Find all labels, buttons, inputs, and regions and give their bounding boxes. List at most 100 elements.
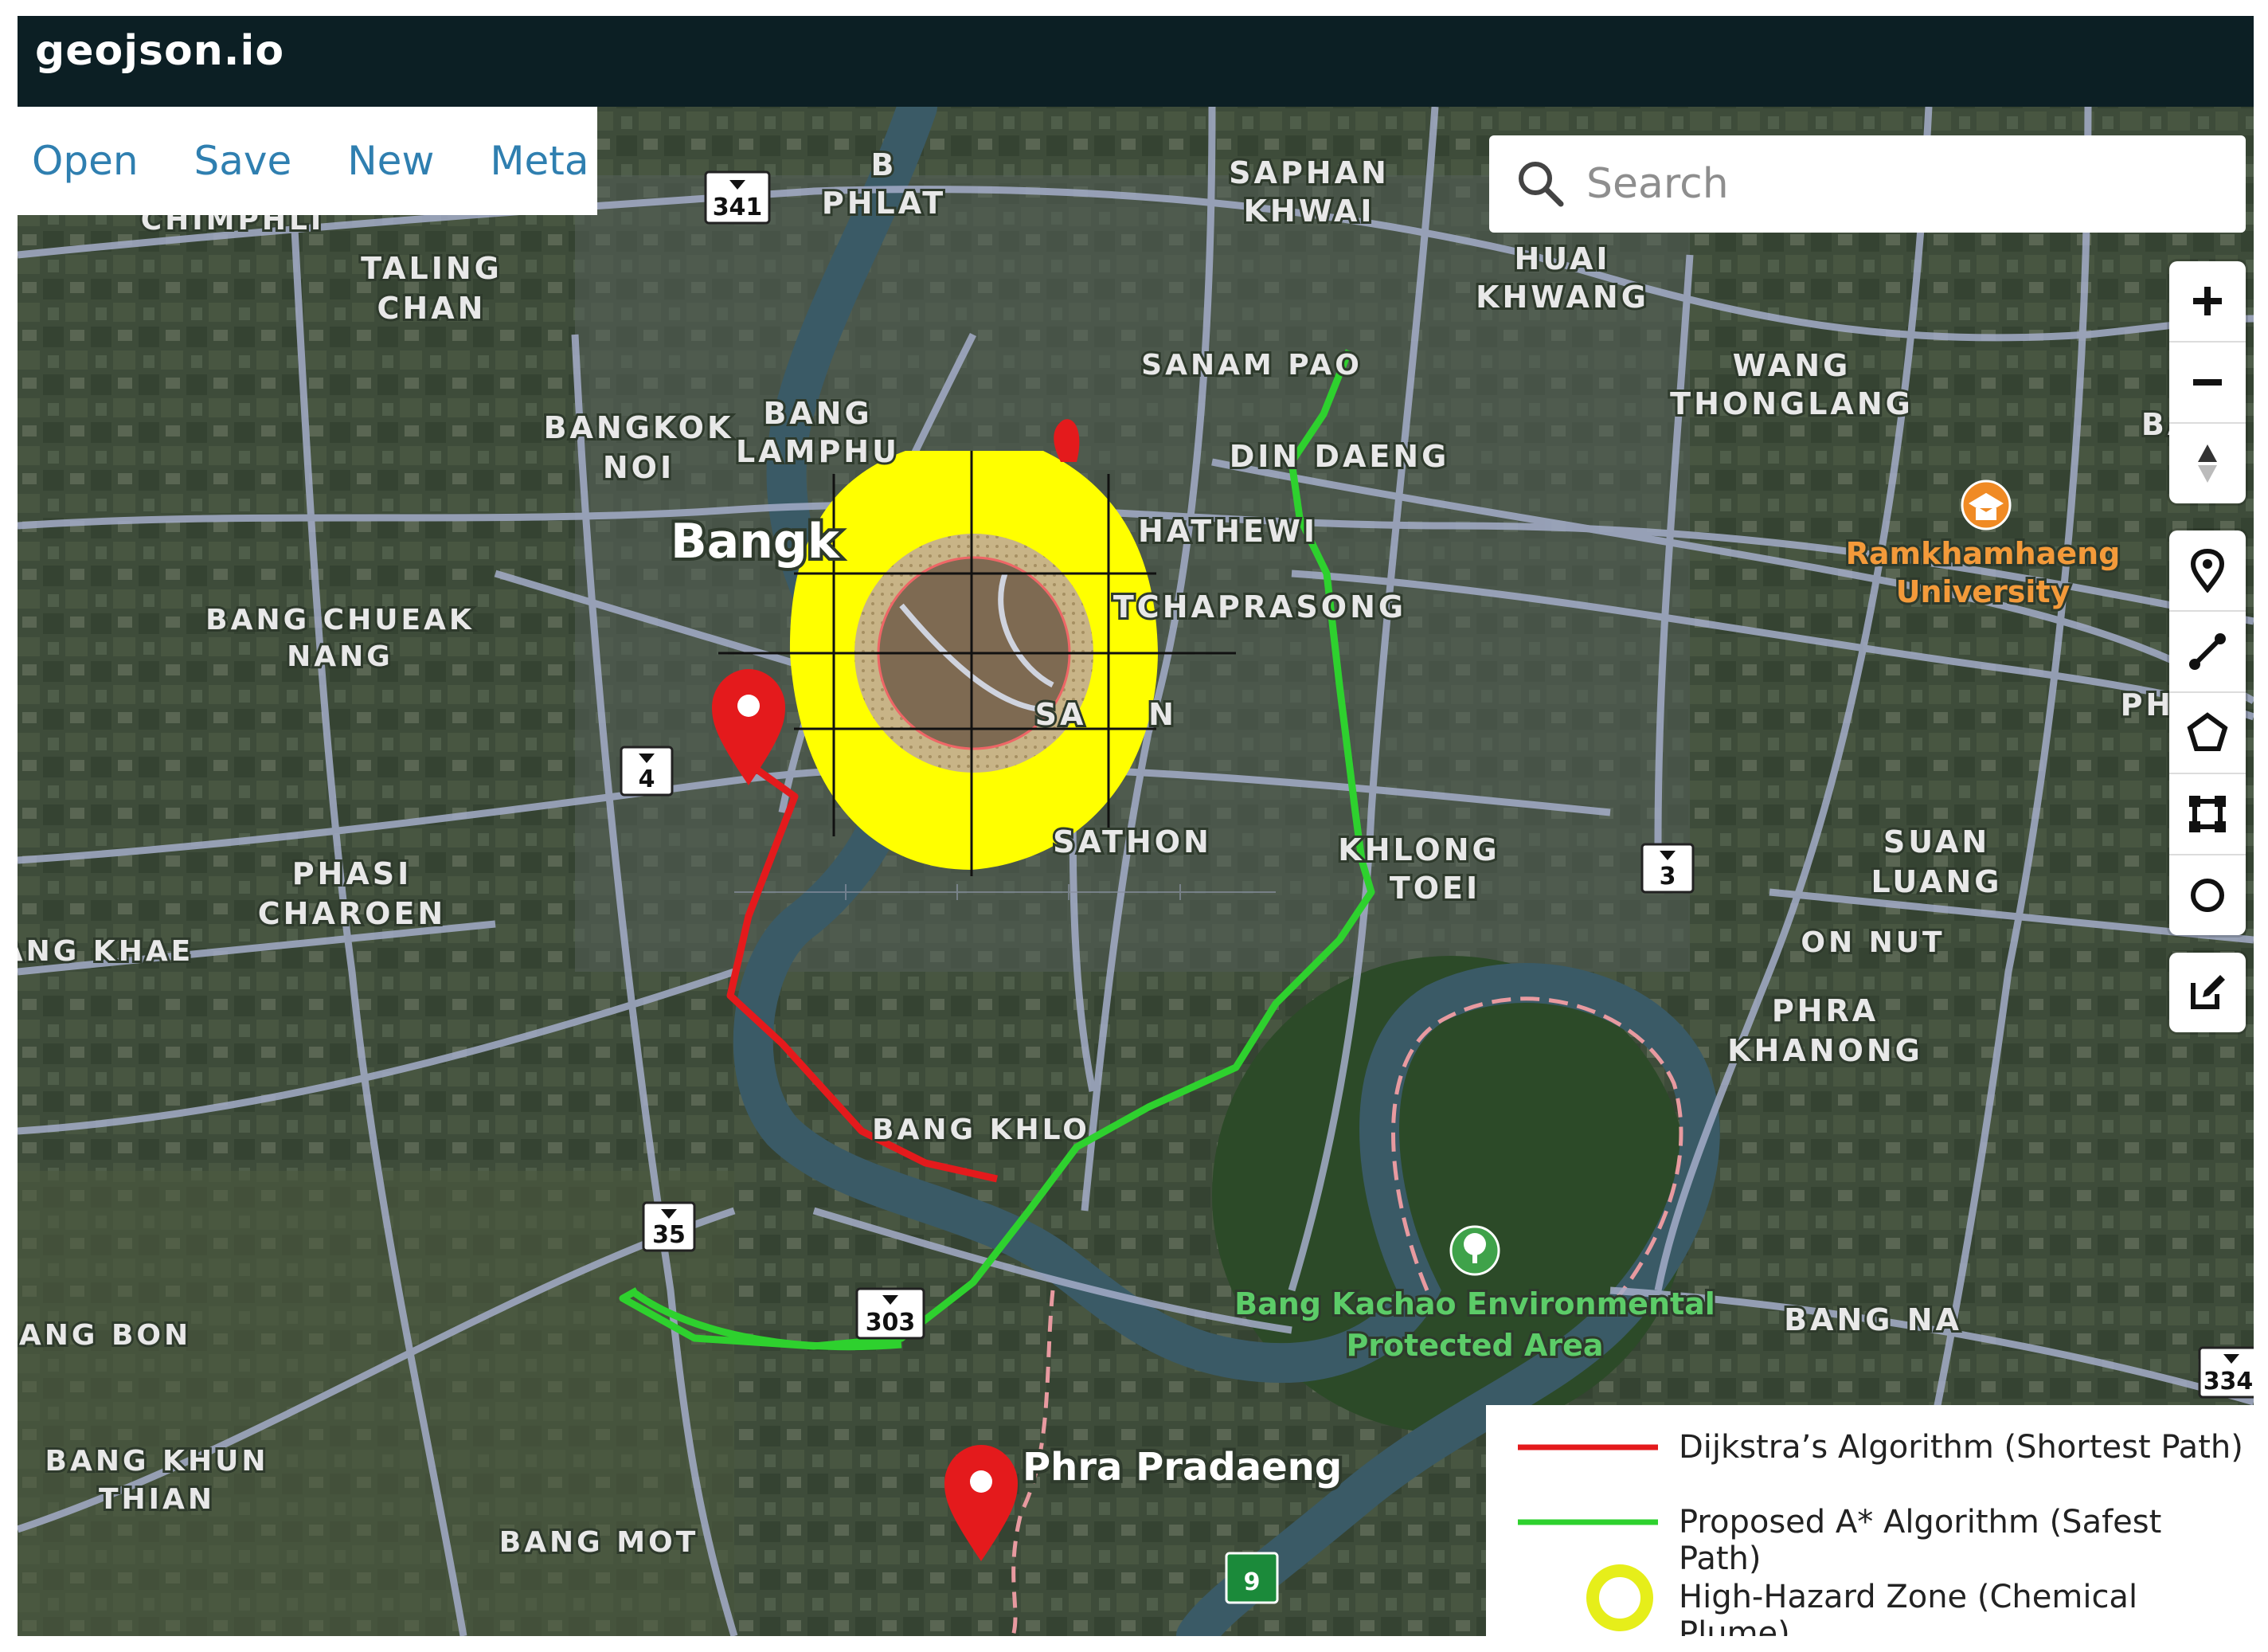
draw-controls [2169, 530, 2246, 935]
draw-rectangle-button[interactable] [2169, 774, 2246, 855]
route-shield-334: 334 [2198, 1346, 2254, 1399]
map-canvas[interactable]: B PHLAT SAPHAN KHWAI CHIMPHLI TALING CHA… [18, 16, 2254, 1636]
svg-text:KHANONG: KHANONG [1727, 1033, 1923, 1068]
svg-text:BANG KHLO: BANG KHLO [872, 1114, 1090, 1146]
legend-line-red [1518, 1444, 1658, 1450]
legend-label-shortest: Dijkstra’s Algorithm (Shortest Path) [1679, 1429, 2243, 1466]
svg-text:PHASI: PHASI [292, 856, 413, 891]
svg-text:ON NUT: ON NUT [1801, 926, 1945, 959]
svg-text:ANG KHAE: ANG KHAE [18, 935, 194, 968]
svg-text:BANG: BANG [763, 396, 872, 431]
file-menu: Open Save New Meta [18, 107, 597, 215]
svg-text:SATHON: SATHON [1053, 824, 1212, 859]
polygon-icon [2187, 712, 2228, 751]
menu-save[interactable]: Save [194, 138, 292, 184]
southwest-farmland [18, 1171, 734, 1636]
route-shield-341: 341 [704, 170, 771, 225]
svg-text:HATHEWI: HATHEWI [1138, 514, 1318, 549]
app-title: geojson.io [35, 27, 285, 75]
svg-text:KHWANG: KHWANG [1476, 280, 1649, 315]
route-shield-35: 35 [642, 1201, 696, 1252]
edit-button[interactable] [2169, 953, 2246, 1032]
park-icon[interactable] [1449, 1225, 1500, 1276]
svg-text:LUANG: LUANG [1871, 864, 2003, 899]
svg-text:TCHAPRASONG: TCHAPRASONG [1113, 589, 1406, 624]
svg-text:BANG CHUEAK: BANG CHUEAK [205, 604, 475, 636]
svg-text:B: B [871, 147, 897, 182]
menu-new[interactable]: New [347, 138, 434, 184]
draw-marker-button[interactable] [2169, 530, 2246, 612]
svg-text:PHLAT: PHLAT [822, 186, 946, 221]
poi-bang-kachao-label-2: Protected Area [1346, 1328, 1603, 1363]
route-shield-4: 4 [620, 746, 674, 797]
svg-text:ANG BON: ANG BON [19, 1319, 191, 1352]
svg-text:LAMPHU: LAMPHU [736, 434, 900, 469]
compass-button[interactable] [2169, 424, 2246, 503]
svg-text:BANG MOT: BANG MOT [499, 1526, 699, 1559]
map-legend: Dijkstra’s Algorithm (Shortest Path) Pro… [1486, 1405, 2254, 1636]
svg-text:BANG KHUN: BANG KHUN [45, 1445, 269, 1478]
geojson-app: B PHLAT SAPHAN KHWAI CHIMPHLI TALING CHA… [18, 16, 2254, 1636]
svg-text:BANGKOK: BANGKOK [544, 410, 734, 445]
menu-open[interactable]: Open [32, 138, 139, 184]
line-icon [2189, 633, 2226, 670]
search-input[interactable] [1585, 159, 2193, 209]
city-label: Bangk [671, 514, 841, 570]
svg-text:WANG: WANG [1733, 348, 1852, 383]
svg-text:341: 341 [713, 194, 763, 221]
svg-text:303: 303 [866, 1309, 916, 1337]
svg-text:TOEI: TOEI [1390, 871, 1480, 906]
svg-text:N: N [1148, 697, 1177, 732]
zoom-in-button[interactable] [2169, 261, 2246, 343]
university-icon[interactable] [1961, 480, 2012, 530]
circle-icon [2191, 879, 2224, 912]
svg-text:THIAN: THIAN [99, 1483, 215, 1516]
legend-item-shortest: Dijkstra’s Algorithm (Shortest Path) [1486, 1411, 2254, 1483]
legend-item-hazard: High-Hazard Zone (Chemical Plume) [1486, 1561, 2254, 1636]
svg-text:HUAI: HUAI [1514, 241, 1610, 276]
route-shield-9: 9 [1225, 1552, 1279, 1604]
legend-line-green [1518, 1519, 1658, 1525]
svg-text:NOI: NOI [603, 450, 675, 485]
search-icon [1519, 162, 1564, 207]
svg-text:4: 4 [639, 765, 655, 793]
svg-text:9: 9 [1244, 1568, 1261, 1596]
svg-text:NANG: NANG [287, 640, 393, 673]
svg-text:KHWAI: KHWAI [1243, 194, 1374, 229]
search-box[interactable] [1489, 135, 2246, 233]
svg-text:SA: SA [1035, 697, 1087, 732]
svg-text:35: 35 [652, 1221, 686, 1249]
svg-text:3: 3 [1660, 863, 1676, 891]
svg-text:334: 334 [2203, 1368, 2254, 1396]
svg-text:SAPHAN: SAPHAN [1229, 155, 1390, 190]
poi-bang-kachao-label: Bang Kachao Environmental [1234, 1286, 1715, 1321]
poi-ramkhamhaeng-label: Ramkhamhaeng [1846, 536, 2121, 571]
top-bar: geojson.io [18, 16, 2254, 107]
route-shield-3: 3 [1640, 843, 1695, 894]
svg-text:SANAM PAO: SANAM PAO [1141, 349, 1363, 382]
svg-text:TALING: TALING [361, 251, 502, 286]
draw-polygon-button[interactable] [2169, 693, 2246, 774]
route-shield-303: 303 [855, 1287, 925, 1340]
marker-icon [2190, 548, 2225, 593]
legend-label-hazard: High-Hazard Zone (Chemical Plume) [1679, 1579, 2138, 1636]
svg-text:THONGLANG: THONGLANG [1670, 386, 1914, 421]
minus-icon [2193, 379, 2222, 386]
legend-ring-yellow [1586, 1564, 1653, 1631]
draw-circle-button[interactable] [2169, 855, 2246, 935]
district-label: Phra Pradaeng [1023, 1445, 1342, 1490]
svg-text:PHRA: PHRA [1772, 993, 1879, 1028]
svg-text:CHAN: CHAN [377, 291, 487, 326]
menu-meta[interactable]: Meta [490, 138, 589, 184]
edit-icon [2191, 975, 2225, 1009]
compass-icon [2198, 444, 2217, 483]
zoom-out-button[interactable] [2169, 343, 2246, 424]
draw-line-button[interactable] [2169, 612, 2246, 693]
svg-text:CHAROEN: CHAROEN [258, 896, 446, 931]
legend-item-safest: Proposed A* Algorithm (Safest Path) [1486, 1486, 2254, 1577]
svg-text:KHLONG: KHLONG [1338, 832, 1500, 867]
zoom-controls [2169, 261, 2246, 503]
rectangle-icon [2189, 796, 2226, 832]
plus-icon [2193, 287, 2222, 315]
edit-controls [2169, 953, 2246, 1032]
